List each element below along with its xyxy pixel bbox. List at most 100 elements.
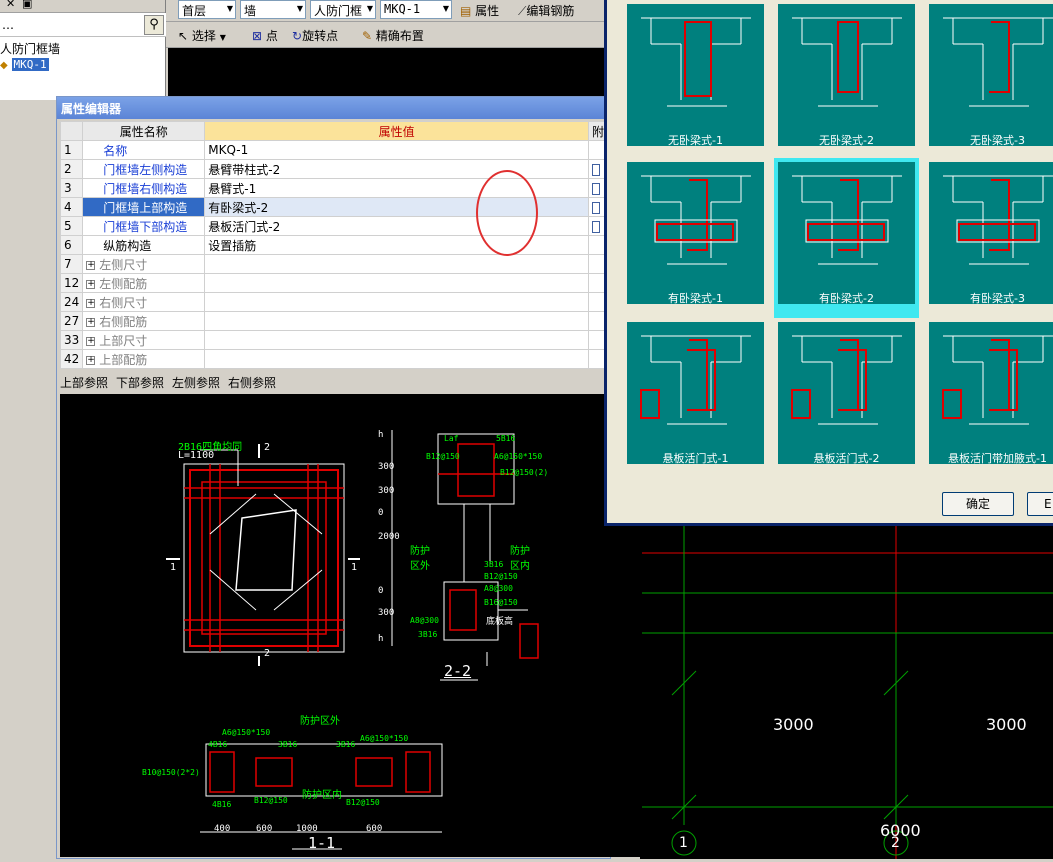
search-input-text[interactable]: … — [2, 18, 14, 32]
attach-checkbox[interactable] — [591, 201, 600, 214]
property-name-cell[interactable]: + 右侧配筋 — [82, 311, 206, 331]
dimension-label: 1000 — [296, 824, 318, 834]
type-select[interactable]: 人防门框 ▼ — [310, 0, 376, 19]
rebar-label: B12@150 — [484, 572, 518, 581]
rebar-section-diagram — [166, 430, 539, 850]
property-row-index: 2 — [59, 159, 84, 179]
construction-option[interactable]: 悬板活门式-2 — [774, 318, 919, 478]
reference-tab[interactable]: 上部参照 — [60, 376, 108, 390]
property-name-cell[interactable]: + 左侧尺寸 — [82, 254, 206, 274]
section-title: 2-2 — [444, 662, 472, 680]
rotate-point-button[interactable]: ↻旋转点 — [290, 26, 340, 45]
construction-option[interactable]: 无卧梁式-1 — [623, 0, 768, 160]
property-row[interactable]: 2 门框墙左侧构造 悬臂带柱式-2 — [59, 159, 609, 179]
property-name-label: 左侧尺寸 — [99, 257, 148, 272]
property-name-label: 门框墙下部构造 — [103, 219, 188, 234]
property-name-label: 门框墙左侧构造 — [103, 162, 188, 177]
cursor-icon: ↖ — [178, 29, 189, 43]
expand-icon[interactable]: + — [86, 355, 96, 365]
construction-preview: 悬板活门式-2 — [778, 322, 915, 465]
rebar-label: A8@300 — [484, 584, 513, 593]
point-button[interactable]: ⊠ 点 — [250, 26, 280, 45]
property-name-cell[interactable]: 门框墙下部构造 — [82, 216, 206, 236]
property-value-cell[interactable] — [204, 292, 589, 312]
property-value-cell[interactable] — [204, 330, 589, 350]
property-value-cell[interactable]: 悬臂带柱式-2 — [204, 159, 589, 179]
property-name-cell[interactable]: + 上部尺寸 — [82, 330, 206, 350]
expand-icon[interactable]: + — [86, 279, 96, 289]
attach-checkbox[interactable] — [591, 182, 600, 195]
tree-node-parent[interactable]: 人防门框墙 — [0, 40, 60, 57]
property-value-cell[interactable] — [204, 254, 589, 274]
category-select[interactable]: 墙 ▼ — [240, 0, 306, 19]
precise-layout-button[interactable]: ✎ 精确布置 — [360, 26, 426, 45]
property-row[interactable]: 24 + 右侧尺寸 — [59, 292, 609, 312]
property-name-cell[interactable]: 门框墙右侧构造 — [82, 178, 206, 198]
property-row[interactable]: 42 + 上部配筋 — [59, 349, 609, 369]
construction-option-label: 无卧梁式-2 — [819, 134, 874, 147]
reference-tab[interactable]: 右侧参照 — [228, 376, 276, 390]
dimension-label: 3000 — [986, 715, 1027, 734]
construction-preview-svg — [791, 335, 902, 425]
property-name-label: 名称 — [103, 143, 128, 158]
tree-node-child[interactable]: ◆ MKQ-1 — [0, 57, 49, 71]
search-icon[interactable]: ⚲ — [144, 15, 164, 35]
construction-option[interactable]: 有卧梁式-3 — [925, 158, 1053, 318]
close-icon[interactable]: ✕ — [6, 0, 15, 10]
construction-option[interactable]: 悬板活门带加腋式-1 — [925, 318, 1053, 478]
property-name-label: 门框墙右侧构造 — [103, 181, 188, 196]
property-row[interactable]: 7 + 左侧尺寸 — [59, 254, 609, 274]
property-name-cell[interactable]: 纵筋构造 — [82, 235, 206, 255]
property-button[interactable]: ▤ 属性 — [458, 1, 501, 20]
cad-canvas-top[interactable] — [168, 48, 608, 96]
construction-option[interactable]: 无卧梁式-2 — [774, 0, 919, 160]
copy-icon[interactable]: ▣ — [22, 0, 32, 10]
property-value-cell[interactable]: MKQ-1 — [204, 140, 589, 160]
construction-preview-svg — [641, 175, 751, 265]
ok-button[interactable]: 确定 — [942, 492, 1014, 516]
construction-option[interactable]: 无卧梁式-3 — [925, 0, 1053, 160]
attach-checkbox[interactable] — [591, 163, 600, 176]
name-select-value: MKQ-1 — [384, 2, 421, 16]
chevron-down-icon: ▼ — [226, 4, 233, 13]
select-button[interactable]: ↖ 选择 ▼ — [176, 26, 228, 45]
rebar-label: B12@150 — [426, 452, 460, 461]
expand-icon[interactable]: + — [86, 298, 96, 308]
cad-grid-drawing — [640, 525, 1053, 859]
cad-canvas-main[interactable]: 3000 3000 6000 1 2 — [640, 525, 1053, 859]
property-value-cell[interactable] — [204, 349, 589, 369]
dimension-label: 3000 — [773, 715, 814, 734]
property-name-cell[interactable]: + 上部配筋 — [82, 349, 206, 369]
edit-rebar-button[interactable]: ⟋编辑钢筋 — [516, 1, 576, 20]
expand-icon[interactable]: + — [86, 260, 96, 270]
attach-checkbox[interactable] — [591, 220, 600, 233]
property-value-cell[interactable] — [204, 273, 589, 293]
property-name-cell[interactable]: 门框墙左侧构造 — [82, 159, 206, 179]
expand-icon[interactable]: + — [86, 317, 96, 327]
cancel-button[interactable]: E — [1027, 492, 1053, 516]
elevation-length-note: L=1100 — [178, 450, 215, 461]
reference-tab[interactable]: 下部参照 — [116, 376, 164, 390]
property-row[interactable]: 27 + 右侧配筋 — [59, 311, 609, 331]
property-name-cell[interactable]: 门框墙上部构造 — [82, 197, 206, 217]
property-name-cell[interactable]: + 左侧配筋 — [82, 273, 206, 293]
construction-option[interactable]: 有卧梁式-2 — [774, 158, 919, 318]
expand-icon[interactable]: + — [86, 336, 96, 346]
construction-preview-svg — [942, 335, 1053, 425]
reference-tab[interactable]: 左侧参照 — [172, 376, 220, 390]
property-row[interactable]: 12 + 左侧配筋 — [59, 273, 609, 293]
property-name-label: 门框墙上部构造 — [103, 200, 188, 215]
property-value-cell[interactable] — [204, 311, 589, 331]
property-row[interactable]: 33 + 上部尺寸 — [59, 330, 609, 350]
floor-select[interactable]: 首层 ▼ — [178, 0, 236, 19]
property-name-cell[interactable]: 名称 — [82, 140, 206, 160]
property-name-cell[interactable]: + 右侧尺寸 — [82, 292, 206, 312]
construction-option-label: 有卧梁式-2 — [819, 292, 874, 305]
property-row[interactable]: 1 名称 MKQ-1 — [59, 140, 609, 160]
property-row-index: 24 — [59, 292, 84, 312]
construction-option[interactable]: 有卧梁式-1 — [623, 158, 768, 318]
property-row-index: 27 — [59, 311, 84, 331]
tree-search-box[interactable]: … ⚲ — [0, 13, 166, 37]
name-select[interactable]: MKQ-1 ▼ — [380, 0, 452, 19]
construction-option[interactable]: 悬板活门式-1 — [623, 318, 768, 478]
